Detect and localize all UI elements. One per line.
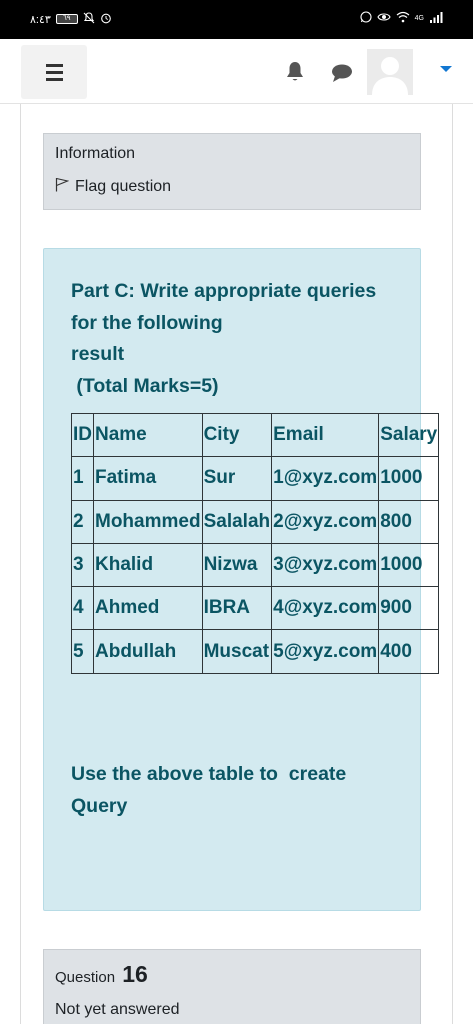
flag-question-link[interactable]: Flag question: [55, 177, 171, 197]
table-cell: Khalid: [93, 542, 203, 588]
table-cell: 1000: [378, 456, 440, 501]
question-info-box: Information Flag question: [43, 133, 421, 210]
table-cell: 4: [71, 586, 94, 631]
table-row: 5 Abdullah Muscat 5@xyz.com 400: [71, 629, 440, 674]
table-header-cell: Name: [93, 412, 203, 458]
instruction-line: Use the above table to create: [71, 763, 347, 785]
table-header-cell: Salary: [378, 412, 440, 458]
question-instruction: Use the above table to create Query: [71, 758, 346, 822]
table-cell: Muscat: [201, 629, 273, 674]
table-row: 3 Khalid Nizwa 3@xyz.com 1000: [71, 542, 440, 588]
network-type: 4G: [414, 15, 424, 22]
hamburger-menu-button[interactable]: [21, 45, 87, 99]
flag-question-label: Flag question: [75, 178, 172, 195]
alarm-icon: [100, 12, 112, 26]
table-cell: 5@xyz.com: [271, 629, 380, 674]
employee-table: ID Name City Email Salary 1 Fatima Sur 1…: [71, 412, 440, 674]
flag-icon: [55, 177, 70, 197]
table-cell: 400: [378, 629, 440, 674]
avatar[interactable]: [367, 49, 413, 95]
table-cell: Nizwa: [201, 542, 273, 588]
table-cell: Ahmed: [93, 586, 203, 631]
table-header-cell: Email: [271, 412, 380, 458]
table-row: 1 Fatima Sur 1@xyz.com 1000: [71, 456, 440, 501]
wifi-icon: [396, 11, 410, 26]
hamburger-icon: [45, 63, 63, 67]
status-left: ٨:٤٣ ٦٩: [30, 12, 112, 26]
question-text: Part C: Write appropriate queries for th…: [71, 276, 376, 402]
mute-icon: [83, 12, 95, 26]
next-question-info-box: Question 16 Not yet answered: [43, 949, 421, 1024]
table-cell: 4@xyz.com: [271, 586, 380, 631]
table-cell: Fatima: [93, 456, 203, 501]
table-cell: 3: [71, 542, 94, 588]
question-line: (Total Marks=5): [71, 374, 219, 397]
status-time: ٨:٤٣: [30, 13, 51, 26]
table-header-row: ID Name City Email Salary: [71, 412, 440, 458]
table-cell: Mohammed: [93, 499, 203, 544]
question-status: Not yet answered: [55, 1001, 180, 1018]
bell-icon[interactable]: [285, 61, 305, 88]
info-title: Information: [55, 145, 136, 162]
table-cell: IBRA: [201, 586, 273, 631]
question-line: for the following: [71, 311, 223, 334]
table-cell: 1@xyz.com: [271, 456, 380, 501]
table-cell: 5: [71, 629, 94, 674]
whatsapp-icon: [360, 11, 372, 26]
status-bar: ٨:٤٣ ٦٩ 4G: [0, 0, 473, 39]
table-cell: 2@xyz.com: [271, 499, 380, 544]
table-cell: Abdullah: [93, 629, 203, 674]
question-line: Part C: Write appropriate queries: [71, 280, 377, 302]
signal-icon: [429, 11, 443, 26]
instruction-line: Query: [71, 795, 128, 817]
navbar: [0, 39, 473, 104]
table-row: 2 Mohammed Salalah 2@xyz.com 800: [71, 499, 440, 544]
table-header-cell: City: [201, 412, 273, 458]
table-cell: 3@xyz.com: [271, 542, 380, 588]
table-cell: 1: [71, 456, 94, 501]
question-content-box: Part C: Write appropriate queries for th…: [43, 248, 440, 911]
table-cell: 800: [378, 499, 440, 544]
status-right: 4G: [360, 11, 443, 26]
table-cell: 2: [71, 499, 94, 544]
question-number: 16: [122, 961, 148, 987]
question-line: result: [71, 343, 125, 365]
chevron-down-icon[interactable]: [440, 66, 452, 72]
question-number-heading: Question 16: [55, 961, 148, 988]
table-cell: 900: [378, 586, 440, 631]
table-cell: Sur: [201, 456, 273, 501]
battery-icon: ٦٩: [55, 14, 78, 24]
table-row: 4 Ahmed IBRA 4@xyz.com 900: [71, 586, 440, 631]
table-cell: 1000: [378, 542, 440, 588]
table-cell: Salalah: [201, 499, 273, 544]
table-header-cell: ID: [71, 412, 94, 458]
page: ٨:٤٣ ٦٩ 4G Information Flag question Par…: [0, 0, 473, 1024]
eye-icon: [377, 11, 391, 26]
question-label: Question: [55, 969, 116, 986]
chat-icon[interactable]: [331, 63, 353, 88]
